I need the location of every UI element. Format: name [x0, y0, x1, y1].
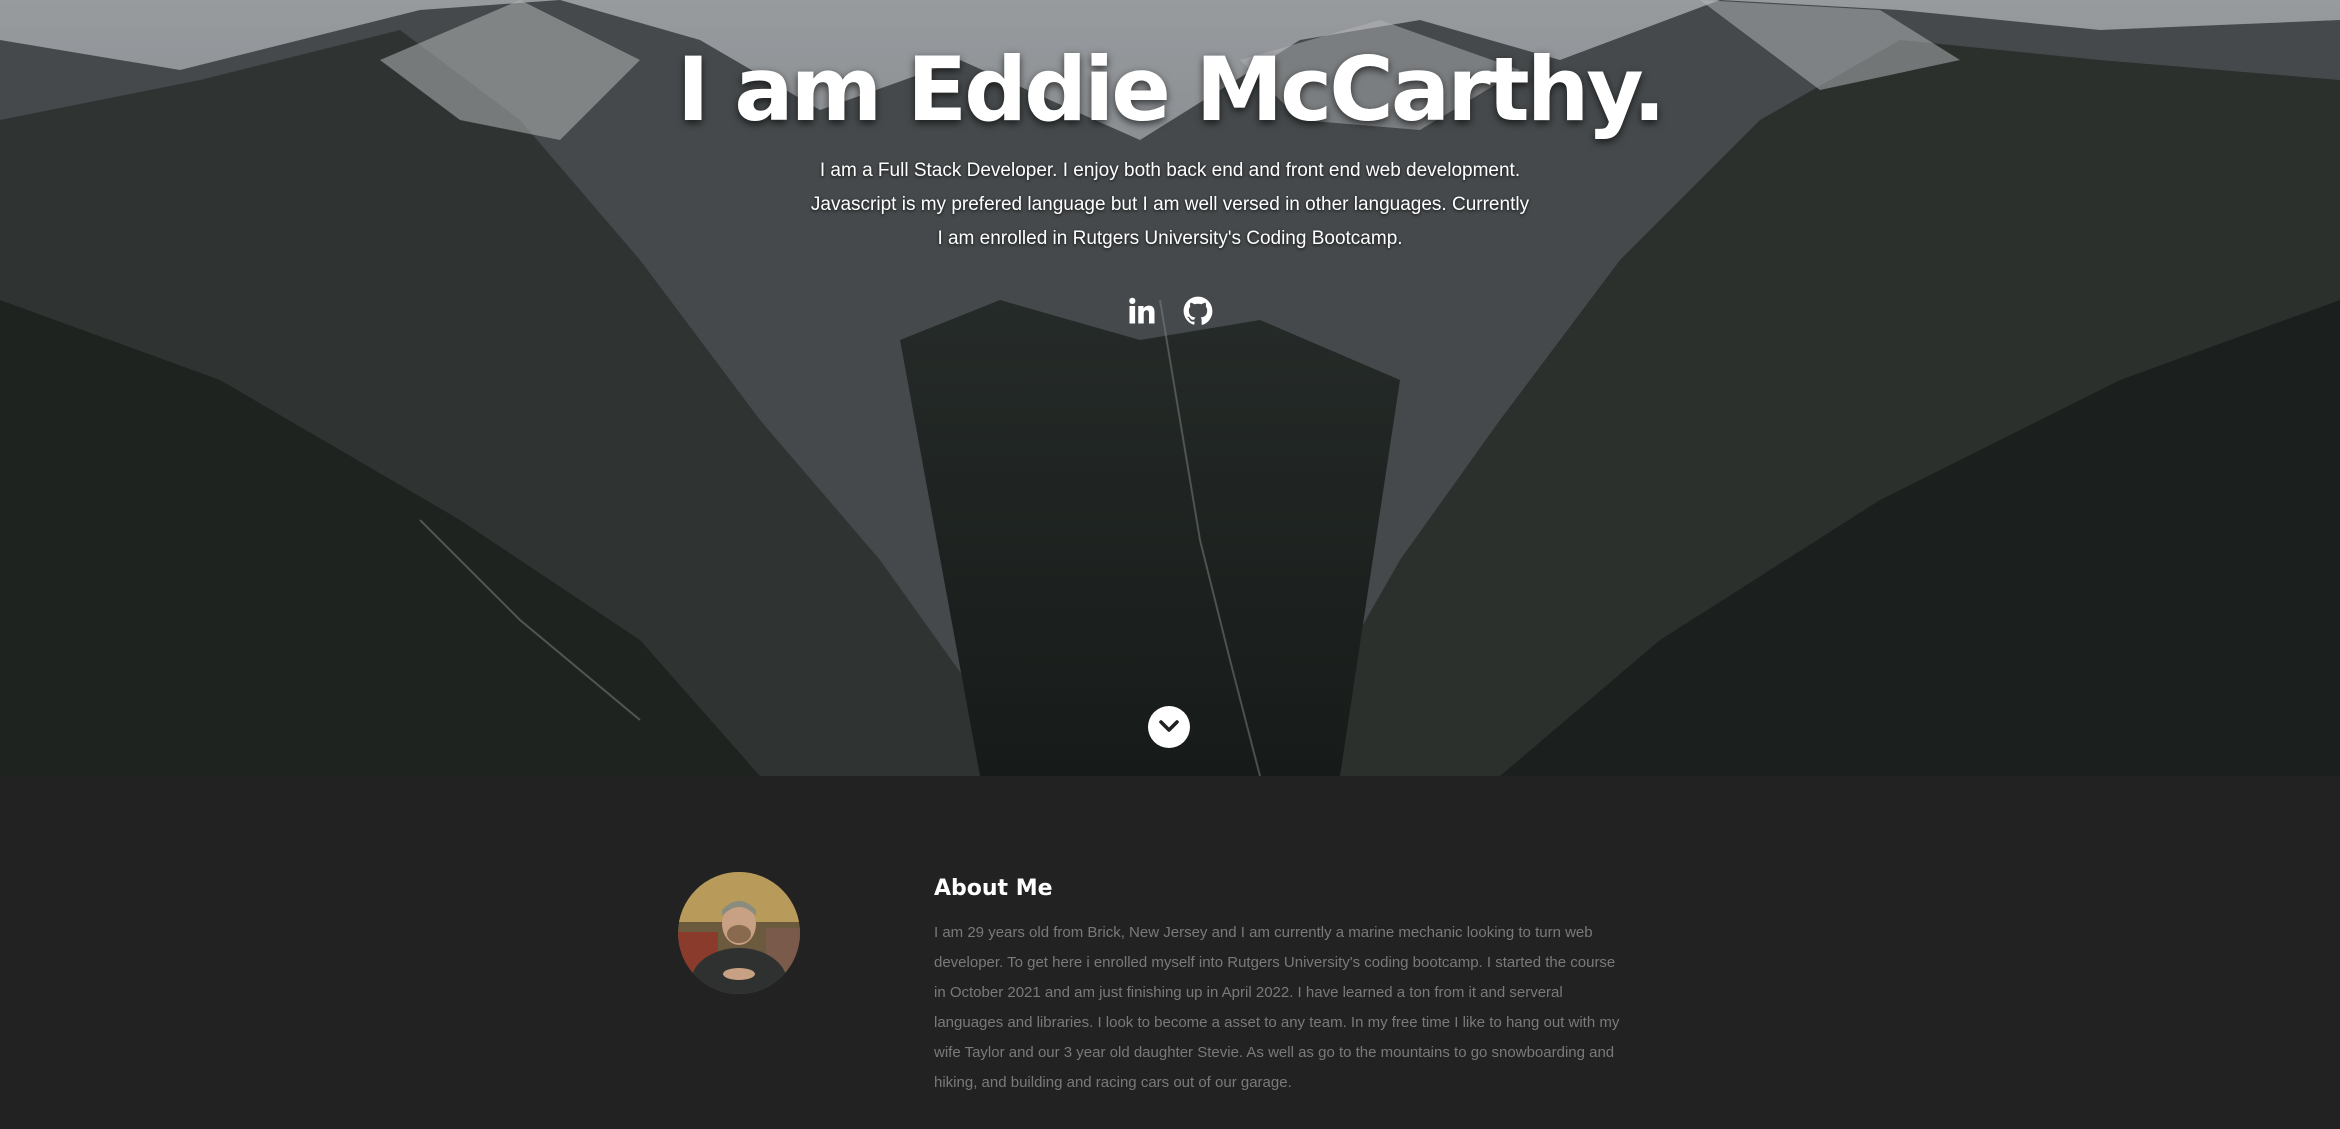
- github-link[interactable]: [1183, 295, 1213, 327]
- hero-title: I am Eddie McCarthy.: [676, 38, 1666, 141]
- hero-section: I am Eddie McCarthy. I am a Full Stack D…: [0, 0, 2340, 776]
- linkedin-icon: [1129, 297, 1155, 324]
- profile-avatar: [678, 872, 800, 994]
- about-text: I am 29 years old from Brick, New Jersey…: [934, 924, 1620, 1091]
- social-links: [0, 295, 2340, 327]
- github-icon: [1183, 296, 1213, 325]
- scroll-down-button[interactable]: [1148, 706, 1190, 748]
- hero-description: I am a Full Stack Developer. I enjoy bot…: [810, 160, 1530, 249]
- linkedin-link[interactable]: [1127, 295, 1157, 327]
- about-section: About Me I am 29 years old from Brick, N…: [0, 776, 2340, 1129]
- chevron-down-icon: [1159, 720, 1179, 732]
- about-heading: About Me: [934, 876, 1053, 901]
- profile-photo: [678, 872, 800, 994]
